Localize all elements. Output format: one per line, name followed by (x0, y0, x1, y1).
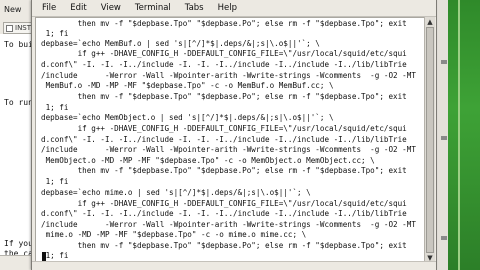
terminal-menubar: File Edit View Terminal Tabs Help (32, 0, 436, 17)
terminal-window[interactable]: File Edit View Terminal Tabs Help then m… (31, 0, 437, 270)
desktop-divider (458, 0, 460, 270)
terminal-scrollbar[interactable]: ▲ ▼ (424, 17, 435, 263)
background-line: To bui (4, 40, 33, 49)
menu-terminal[interactable]: Terminal (128, 3, 178, 13)
scrollbar-thumb[interactable] (426, 27, 434, 253)
background-tab[interactable]: INST (3, 22, 35, 34)
background-line: To run (4, 98, 33, 107)
panel-marker (441, 60, 447, 64)
menu-tabs[interactable]: Tabs (178, 3, 211, 13)
menu-edit[interactable]: Edit (63, 3, 93, 13)
terminal-line: then mv -f "$depbase.Tpo" "$depbase.Po";… (41, 166, 407, 175)
menu-file[interactable]: File (32, 3, 63, 13)
background-menu-new[interactable]: New (4, 5, 21, 14)
background-line: If you (4, 239, 33, 248)
panel-marker (441, 136, 447, 140)
menu-view[interactable]: View (94, 3, 128, 13)
terminal-output[interactable]: then mv -f "$depbase.Tpo" "$depbase.Po";… (35, 17, 425, 263)
terminal-line: then mv -f "$depbase.Tpo" "$depbase.Po";… (41, 92, 407, 101)
panel-marker (441, 236, 447, 240)
terminal-line: then mv -f "$depbase.Tpo" "$depbase.Po";… (41, 19, 407, 28)
menu-help[interactable]: Help (211, 3, 244, 13)
text-cursor (42, 252, 46, 261)
background-tab-label: INST (15, 24, 32, 32)
checkbox-icon (6, 24, 13, 32)
scroll-up-icon[interactable]: ▲ (426, 18, 434, 26)
terminal-line: then mv -f "$depbase.Tpo" "$depbase.Po";… (41, 241, 407, 250)
terminal-statusbar (32, 261, 436, 270)
desktop-background (448, 0, 480, 270)
